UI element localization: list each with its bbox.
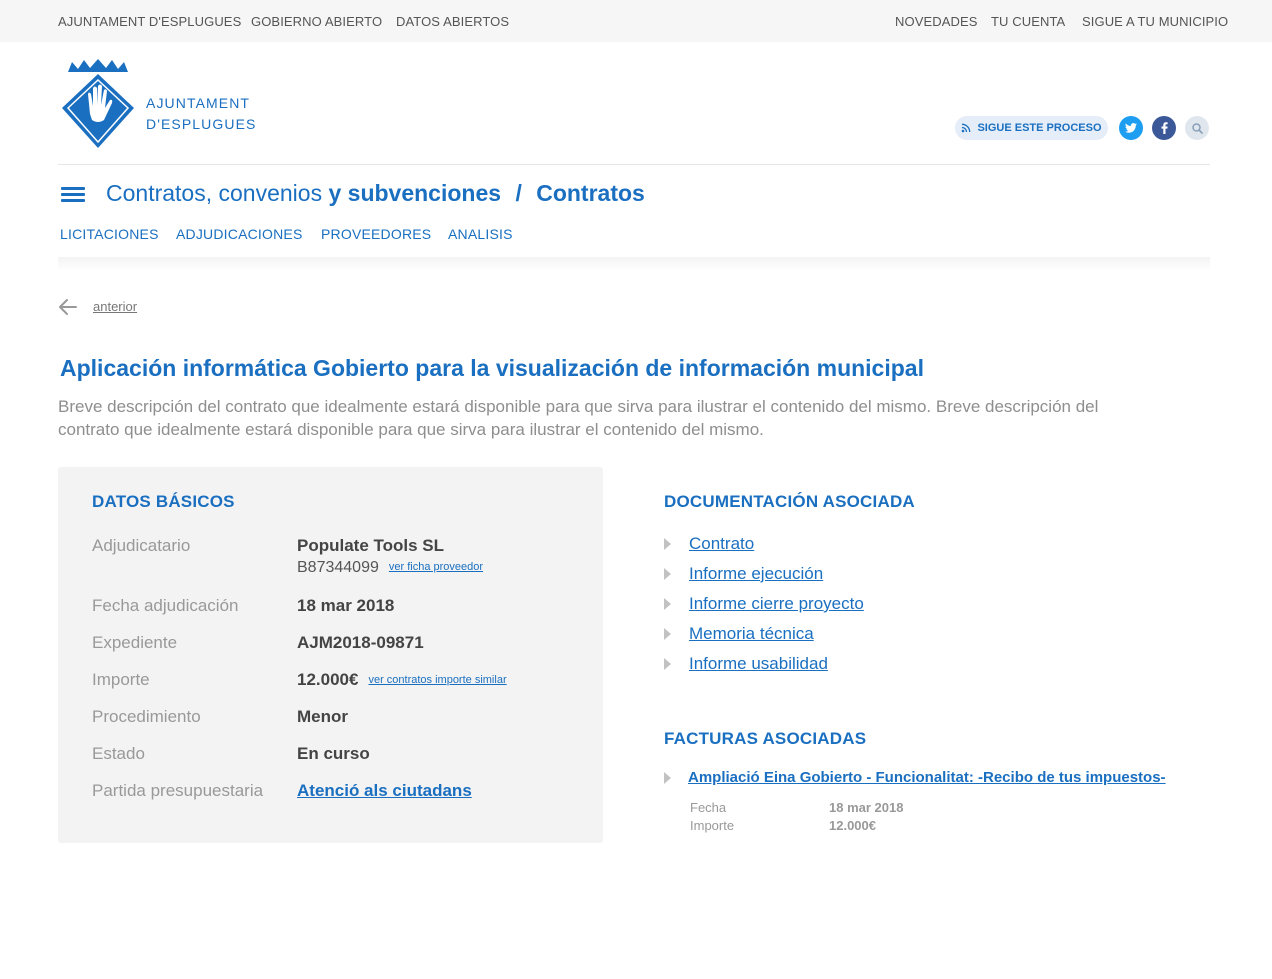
title-part-3: Contratos: [536, 180, 645, 206]
subnav-adjudicaciones[interactable]: ADJUDICACIONES: [176, 226, 302, 242]
basic-data-heading: DATOS BÁSICOS: [92, 492, 235, 511]
topbar-link-datos-abiertos[interactable]: DATOS ABIERTOS: [396, 14, 509, 29]
menu-icon[interactable]: [61, 187, 85, 203]
doc-link-contrato[interactable]: Contrato: [689, 534, 754, 554]
bullet-triangle-icon: [664, 771, 671, 784]
invoice-item: Ampliació Eina Gobierto - Funcionalitat:…: [664, 769, 1166, 786]
fecha-adjudicacion-value: 18 mar 2018: [297, 596, 395, 615]
doc-link-informe-cierre[interactable]: Informe cierre proyecto: [689, 594, 864, 614]
top-bar: AJUNTAMENT D'ESPLUGUES GOBIERNO ABIERTO …: [0, 0, 1272, 42]
invoice-link[interactable]: Ampliació Eina Gobierto - Funcionalitat:…: [688, 769, 1166, 786]
docs-heading: DOCUMENTACIÓN ASOCIADA: [664, 492, 915, 511]
ver-contratos-similar-link[interactable]: ver contratos importe similar: [368, 674, 506, 686]
back-arrow-icon[interactable]: [58, 298, 78, 316]
estado-label: Estado: [92, 744, 145, 763]
bullet-triangle-icon: [664, 538, 671, 550]
facebook-button[interactable]: [1152, 116, 1176, 140]
importe-row: 12.000€ ver contratos importe similar: [297, 670, 507, 690]
adjudicatario-cif: B87344099: [297, 559, 379, 576]
bullet-triangle-icon: [664, 628, 671, 640]
bullet-triangle-icon: [664, 658, 671, 670]
section-title: Contratos, convenios y subvenciones / Co…: [106, 180, 645, 207]
doc-item: Informe usabilidad: [664, 653, 828, 675]
doc-item: Informe cierre proyecto: [664, 593, 864, 615]
follow-process-button[interactable]: SIGUE ESTE PROCESO: [955, 116, 1108, 140]
subnav-analisis[interactable]: ANALISIS: [448, 226, 513, 242]
invoice-importe-value: 12.000€: [829, 818, 876, 833]
search-icon: [1191, 122, 1203, 134]
search-button[interactable]: [1185, 116, 1209, 140]
twitter-button[interactable]: [1119, 116, 1143, 140]
facebook-icon: [1161, 122, 1168, 134]
importe-value: 12.000€: [297, 670, 359, 689]
contract-description: Breve descripción del contrato que ideal…: [58, 397, 1099, 439]
title-part-1: Contratos, convenios: [106, 180, 323, 206]
title-part-2: y subvenciones: [328, 180, 502, 206]
expediente-value: AJM2018-09871: [297, 633, 424, 652]
partida-label: Partida presupuestaria: [92, 781, 264, 800]
estado-value: En curso: [297, 744, 370, 763]
expediente-label: Expediente: [92, 633, 178, 652]
doc-item: Memoria técnica: [664, 623, 814, 645]
topbar-link-ajuntament[interactable]: AJUNTAMENT D'ESPLUGUES: [58, 14, 241, 29]
bullet-triangle-icon: [664, 568, 671, 580]
topbar-link-tu-cuenta[interactable]: TU CUENTA: [991, 14, 1065, 29]
procedimiento-label: Procedimiento: [92, 707, 201, 726]
subnav-proveedores[interactable]: PROVEEDORES: [321, 226, 431, 242]
header-divider: [58, 164, 1210, 165]
partida-row: Atenció als ciutadans: [297, 781, 472, 801]
back-link[interactable]: anterior: [93, 299, 137, 314]
topbar-link-gobierno-abierto[interactable]: GOBIERNO ABIERTO: [251, 14, 382, 29]
invoice-fecha-value: 18 mar 2018: [829, 800, 904, 815]
bullet-triangle-icon: [664, 598, 671, 610]
partida-link[interactable]: Atenció als ciutadans: [297, 781, 472, 800]
subnav-licitaciones[interactable]: LICITACIONES: [60, 226, 159, 242]
coat-of-arms-icon: [62, 59, 134, 148]
logo-text: AJUNTAMENT D'ESPLUGUES: [146, 93, 256, 135]
nav-shadow: [58, 257, 1210, 271]
adjudicatario-label: Adjudicatario: [92, 536, 191, 555]
adjudicatario-value: Populate Tools SL: [297, 536, 445, 555]
doc-item: Informe ejecución: [664, 563, 823, 585]
adjudicatario-cif-row: B87344099 ver ficha proveedor: [297, 559, 483, 577]
doc-link-informe-usabilidad[interactable]: Informe usabilidad: [689, 654, 828, 674]
logo-line-2: D'ESPLUGUES: [146, 116, 257, 132]
invoices-heading: FACTURAS ASOCIADAS: [664, 729, 867, 748]
doc-link-informe-ejecucion[interactable]: Informe ejecución: [689, 564, 823, 584]
contract-title: Aplicación informática Gobierto para la …: [60, 355, 924, 381]
title-separator: /: [515, 180, 522, 206]
topbar-link-novedades[interactable]: NOVEDADES: [895, 14, 978, 29]
invoice-importe-label: Importe: [690, 818, 735, 833]
topbar-link-sigue-municipio[interactable]: SIGUE A TU MUNICIPIO: [1082, 14, 1228, 29]
importe-label: Importe: [92, 670, 150, 689]
doc-item: Contrato: [664, 533, 754, 555]
invoice-fecha-label: Fecha: [690, 800, 727, 815]
logo-line-1: AJUNTAMENT: [146, 95, 251, 111]
doc-link-memoria-tecnica[interactable]: Memoria técnica: [689, 624, 814, 644]
procedimiento-value: Menor: [297, 707, 348, 726]
twitter-icon: [1125, 123, 1137, 133]
fecha-adjudicacion-label: Fecha adjudicación: [92, 596, 239, 615]
rss-icon: [962, 123, 971, 133]
follow-process-label: SIGUE ESTE PROCESO: [977, 122, 1102, 134]
ver-ficha-proveedor-link[interactable]: ver ficha proveedor: [389, 561, 483, 573]
